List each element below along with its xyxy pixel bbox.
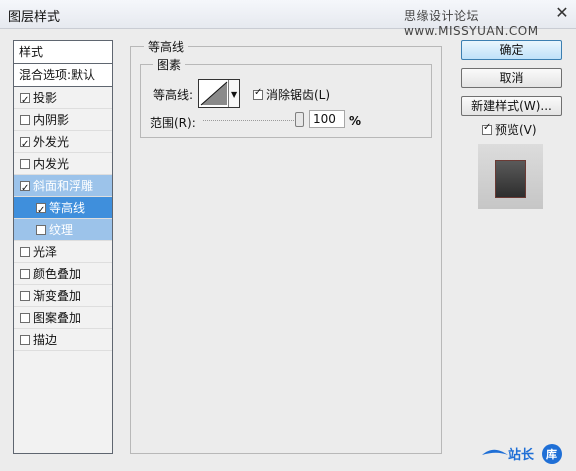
- range-unit: %: [349, 114, 362, 128]
- style-item-gradient-overlay[interactable]: 渐变叠加: [14, 285, 112, 307]
- preview-square: [495, 160, 526, 198]
- checkbox-checked-icon[interactable]: [20, 178, 30, 200]
- cancel-button[interactable]: 取消: [461, 68, 562, 88]
- style-item-stroke[interactable]: 描边: [14, 329, 112, 351]
- antialias-checkbox[interactable]: 消除锯齿(L): [253, 86, 330, 103]
- range-slider-track[interactable]: [203, 120, 302, 122]
- checkbox-unchecked-icon[interactable]: [20, 291, 30, 301]
- style-item-contour[interactable]: 等高线: [14, 197, 112, 222]
- checkbox-unchecked-icon[interactable]: [36, 225, 46, 235]
- style-item-pattern-overlay[interactable]: 图案叠加: [14, 307, 112, 329]
- contour-curve-icon: [200, 81, 228, 106]
- chevron-down-icon: ▼: [231, 90, 238, 99]
- style-item-inner-glow[interactable]: 内发光: [14, 153, 112, 175]
- contour-picker[interactable]: ▼: [198, 79, 240, 108]
- styles-list: 样式 混合选项:默认 投影 内阴影 外发光 内发光 斜面和浮雕 等高线 纹理 光…: [13, 40, 113, 454]
- watermark-text: 思缘设计论坛 www.MISSYUAN.COM: [404, 9, 539, 38]
- style-item-color-overlay[interactable]: 颜色叠加: [14, 263, 112, 285]
- style-item-satin[interactable]: 光泽: [14, 241, 112, 263]
- contour-group-title: 等高线: [144, 38, 189, 55]
- range-input[interactable]: 100: [309, 110, 345, 128]
- checkbox-unchecked-icon[interactable]: [20, 115, 30, 125]
- style-item-outer-glow[interactable]: 外发光: [14, 131, 112, 156]
- style-item-drop-shadow[interactable]: 投影: [14, 87, 112, 112]
- checkbox-checked-icon[interactable]: [20, 134, 30, 156]
- checkbox-unchecked-icon[interactable]: [20, 247, 30, 257]
- logo-text: 站长: [508, 447, 535, 463]
- new-style-button[interactable]: 新建样式(W)...: [461, 96, 562, 116]
- site-logo: 站长 库: [482, 444, 562, 464]
- checkbox-checked-icon[interactable]: [20, 90, 30, 112]
- elements-group-title: 图素: [153, 56, 186, 73]
- ok-button[interactable]: 确定: [461, 40, 562, 60]
- checkbox-unchecked-icon[interactable]: [20, 335, 30, 345]
- window-title: 图层样式: [8, 10, 61, 25]
- styles-header: 样式: [14, 41, 112, 64]
- checkbox-unchecked-icon[interactable]: [20, 313, 30, 323]
- range-label: 范围(R):: [150, 116, 196, 130]
- close-icon[interactable]: ✕: [553, 4, 571, 22]
- range-slider-thumb[interactable]: [295, 112, 304, 127]
- contour-dropdown-button[interactable]: ▼: [228, 80, 239, 107]
- checkbox-unchecked-icon[interactable]: [20, 269, 30, 279]
- title-bar: 图层样式 思缘设计论坛 www.MISSYUAN.COM ✕: [0, 0, 576, 38]
- preview-checkbox[interactable]: 预览(V): [482, 121, 537, 138]
- contour-label: 等高线:: [153, 88, 194, 102]
- blend-options-item[interactable]: 混合选项:默认: [14, 64, 112, 87]
- style-item-texture[interactable]: 纹理: [14, 219, 112, 241]
- checkbox-checked-icon[interactable]: [253, 87, 263, 100]
- style-item-inner-shadow[interactable]: 内阴影: [14, 109, 112, 131]
- checkbox-checked-icon[interactable]: [36, 200, 46, 222]
- logo-text-2: 库: [546, 447, 557, 461]
- style-item-bevel-emboss[interactable]: 斜面和浮雕: [14, 175, 112, 200]
- checkbox-checked-icon[interactable]: [482, 122, 492, 135]
- checkbox-unchecked-icon[interactable]: [20, 159, 30, 169]
